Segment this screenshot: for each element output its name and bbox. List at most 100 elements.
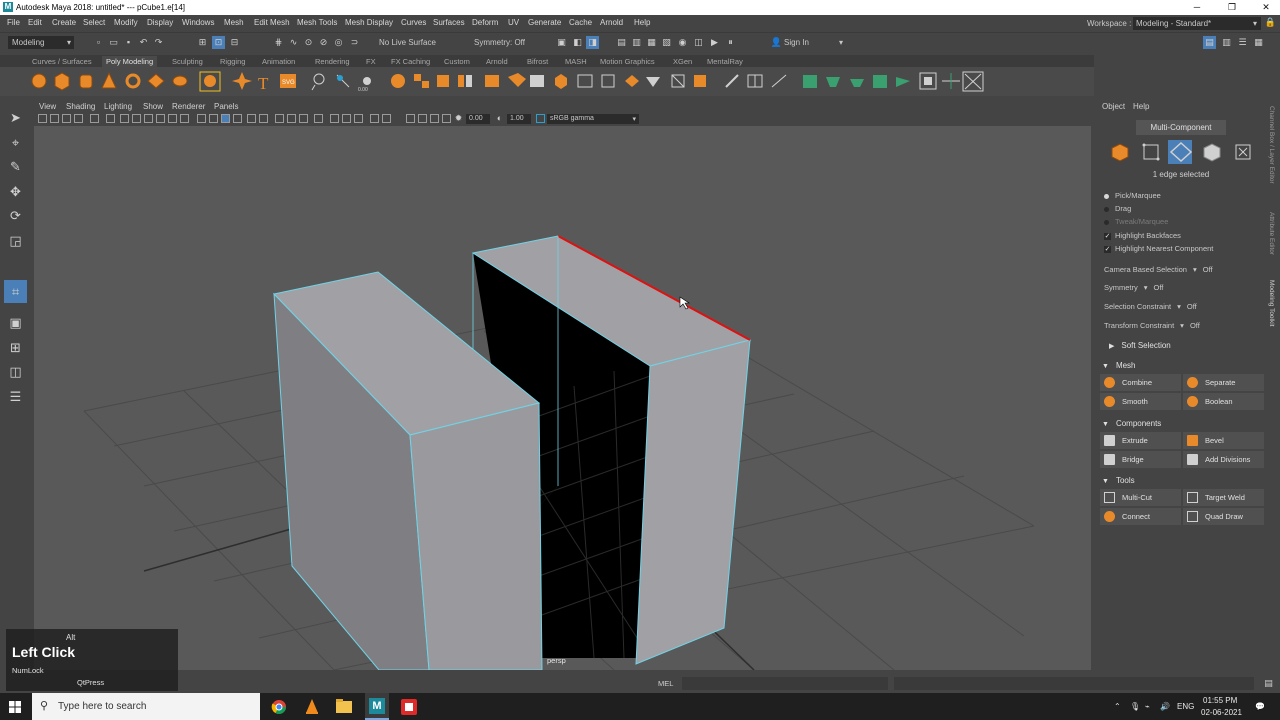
toolkit-menu-object[interactable]: Object <box>1102 102 1125 111</box>
mode-select[interactable]: Modeling ▾ <box>8 36 74 49</box>
open-scene-icon[interactable]: ▭ <box>107 36 120 49</box>
perspective-scene[interactable] <box>34 126 1091 670</box>
maya-taskbar-button[interactable]: M <box>365 693 389 720</box>
move-tool-icon[interactable]: ✥ <box>6 182 25 201</box>
wireframe-icon[interactable] <box>120 114 129 123</box>
side-tab-attribute-editor[interactable]: Attribute Editor <box>1268 212 1275 255</box>
play-icon[interactable]: ▶ <box>708 36 721 49</box>
menu-cache[interactable]: Cache <box>569 18 592 27</box>
render-frame-icon[interactable]: ◧ <box>571 36 584 49</box>
shelf-tab-fx-caching[interactable]: FX Caching <box>387 56 434 67</box>
undo-icon[interactable]: ↶ <box>137 36 150 49</box>
xray-icon[interactable] <box>221 114 230 123</box>
render-region-icon[interactable]: ▣ <box>555 36 568 49</box>
snap-point-icon[interactable]: ⊙ <box>302 36 315 49</box>
shelf-tab-xgen[interactable]: XGen <box>669 56 696 67</box>
motion-blur-icon[interactable] <box>209 114 218 123</box>
vlc-icon[interactable] <box>304 698 320 715</box>
lasso-tool-icon[interactable]: ⌖ <box>6 133 25 152</box>
panel-menu-shading[interactable]: Shading <box>66 102 95 111</box>
textured-icon[interactable] <box>156 114 165 123</box>
sign-in-button[interactable]: Sign In ▾ <box>780 36 846 49</box>
menu-curves[interactable]: Curves <box>401 18 426 27</box>
frame-selection-icon[interactable] <box>354 114 363 123</box>
snap-grid-icon[interactable]: ⋕ <box>272 36 285 49</box>
quad-draw-button[interactable]: Quad Draw <box>1183 508 1264 525</box>
notifications-icon[interactable]: 💬 <box>1255 702 1265 711</box>
viewport-panel[interactable]: View Shading Lighting Show Renderer Pane… <box>34 100 1091 670</box>
panel-menu-lighting[interactable]: Lighting <box>104 102 132 111</box>
multi-cut-button[interactable]: Multi-Cut <box>1100 489 1181 506</box>
camera-based-selection-row[interactable]: Camera Based Selection ▾ Off <box>1104 265 1213 274</box>
grease-pencil-icon[interactable] <box>90 114 99 123</box>
arnold-render-icon[interactable]: ▧ <box>660 36 673 49</box>
vertex-mode-icon[interactable] <box>1139 140 1163 164</box>
menu-uv[interactable]: UV <box>508 18 519 27</box>
separate-button[interactable]: Separate <box>1183 374 1264 391</box>
render-view-icon[interactable]: ▦ <box>645 36 658 49</box>
ambient-occlusion-icon[interactable] <box>197 114 206 123</box>
resolution-gate-icon[interactable] <box>314 114 323 123</box>
smooth-shade-icon[interactable] <box>132 114 141 123</box>
color-management-icon[interactable] <box>536 114 545 123</box>
outliner-icon[interactable]: ☰ <box>6 387 25 406</box>
drag-option[interactable]: Drag <box>1104 204 1131 213</box>
camera-select-icon[interactable] <box>38 114 47 123</box>
boolean-button[interactable]: Boolean <box>1183 393 1264 410</box>
menu-create[interactable]: Create <box>52 18 76 27</box>
shelf-tab-arnold[interactable]: Arnold <box>482 56 512 67</box>
panel-menu-panels[interactable]: Panels <box>214 102 238 111</box>
object-mode-icon[interactable] <box>1108 140 1132 164</box>
shelf-tab-mentalray[interactable]: MentalRay <box>703 56 747 67</box>
symmetry-field[interactable]: Symmetry: Off <box>470 36 532 49</box>
add-divisions-button[interactable]: Add Divisions <box>1183 451 1264 468</box>
shelf-tab-poly-modeling[interactable]: Poly Modeling <box>102 56 158 67</box>
shelf-tab-curves[interactable]: Curves / Surfaces <box>28 56 96 67</box>
shelf-tab-custom[interactable]: Custom <box>440 56 474 67</box>
menu-edit[interactable]: Edit <box>28 18 42 27</box>
close-icon[interactable]: ✕ <box>1254 1 1278 14</box>
view-transform-select[interactable]: sRGB gamma ▾ <box>547 114 639 124</box>
select-component-icon[interactable]: ⊟ <box>228 36 241 49</box>
channel-box-toggle-icon[interactable]: ▦ <box>1252 36 1265 49</box>
target-weld-button[interactable]: Target Weld <box>1183 489 1264 506</box>
menu-deform[interactable]: Deform <box>472 18 498 27</box>
pick-marquee-option[interactable]: Pick/Marquee <box>1104 191 1161 200</box>
pause-icon[interactable]: ⏸ <box>724 36 737 49</box>
last-tool-icon[interactable]: ⌗ <box>4 280 27 303</box>
taskbar-search-box[interactable]: ⚲ Type here to search <box>32 693 260 720</box>
shelf-tab-rigging[interactable]: Rigging <box>216 56 249 67</box>
restore-icon[interactable]: ❐ <box>1220 1 1244 14</box>
grid-toggle-icon[interactable] <box>106 114 115 123</box>
transform-constraint-row[interactable]: Transform Constraint ▾ Off <box>1104 321 1200 330</box>
menu-windows[interactable]: Windows <box>182 18 214 27</box>
face-mode-icon[interactable] <box>1200 140 1224 164</box>
tray-chevron-up-icon[interactable]: ⌃ <box>1114 702 1121 711</box>
bevel-button[interactable]: Bevel <box>1183 432 1264 449</box>
workspace-select[interactable]: Modeling - Standard* ▾ <box>1133 17 1261 30</box>
bookmark-icon[interactable] <box>62 114 71 123</box>
select-object-icon[interactable]: ⊡ <box>212 36 225 49</box>
menu-file[interactable]: File <box>7 18 20 27</box>
menu-help[interactable]: Help <box>634 18 650 27</box>
menu-select[interactable]: Select <box>83 18 105 27</box>
panel-menu-show[interactable]: Show <box>143 102 163 111</box>
network-icon[interactable]: ⌁ <box>1145 702 1150 711</box>
isolate-select-icon[interactable] <box>247 114 256 123</box>
panel-quad-icon[interactable] <box>430 114 439 123</box>
ipr-render-icon[interactable]: ◨ <box>586 36 599 49</box>
tool-settings-toggle-icon[interactable]: ☰ <box>1236 36 1249 49</box>
menu-mesh[interactable]: Mesh <box>224 18 244 27</box>
paint-select-icon[interactable]: ✎ <box>6 157 25 176</box>
windows-start-icon[interactable] <box>9 701 21 713</box>
image-plane-icon[interactable] <box>74 114 83 123</box>
command-input[interactable] <box>682 677 888 690</box>
gamma-field[interactable]: 1.00 <box>507 114 531 124</box>
minimize-icon[interactable]: ─ <box>1185 1 1209 14</box>
safe-action-icon[interactable] <box>287 114 296 123</box>
shelf-tab-rendering[interactable]: Rendering <box>311 56 354 67</box>
ipr-icon[interactable]: ◫ <box>692 36 705 49</box>
volume-icon[interactable]: 🔊 <box>1160 702 1170 711</box>
shelf-tab-mash[interactable]: MASH <box>561 56 591 67</box>
uv-mode-icon[interactable] <box>1231 140 1255 164</box>
